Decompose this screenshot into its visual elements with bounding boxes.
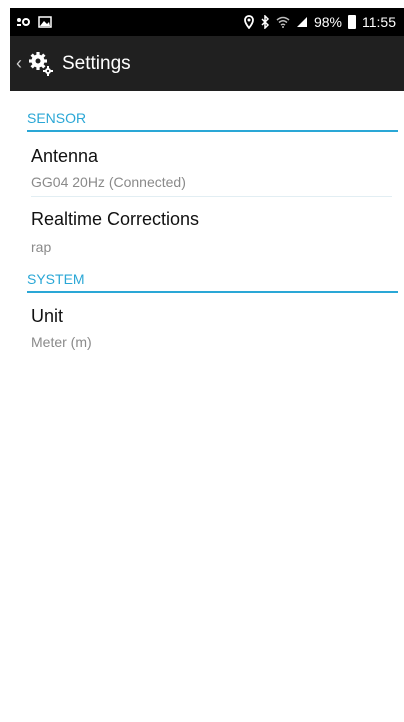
status-left-icons	[16, 16, 52, 28]
pref-summary: Meter (m)	[31, 334, 92, 350]
section-header-system: SYSTEM	[27, 271, 85, 287]
phone-screen: 98% 11:55 ‹ Settings SENSOR Antenna GG04…	[10, 8, 404, 722]
section-header-sensor: SENSOR	[27, 110, 87, 126]
section-system: SYSTEM Unit Meter (m)	[10, 265, 404, 362]
battery-icon	[348, 15, 356, 29]
settings-list: SENSOR Antenna GG04 20Hz (Connected) Rea…	[10, 91, 404, 362]
signal-icon	[296, 17, 307, 27]
pref-antenna[interactable]: Antenna GG04 20Hz (Connected)	[10, 132, 404, 196]
pref-title: Unit	[31, 306, 64, 326]
settings-gear-icon	[28, 51, 54, 77]
clock: 11:55	[362, 14, 396, 30]
location-pin-icon	[244, 15, 254, 29]
battery-percent: 98%	[313, 14, 342, 30]
status-right-icons: 98% 11:55	[244, 14, 396, 30]
app-bar: ‹ Settings	[10, 36, 404, 91]
wifi-icon	[276, 16, 290, 28]
status-bar: 98% 11:55	[10, 8, 404, 36]
bluetooth-icon	[261, 15, 270, 29]
back-chevron-icon[interactable]: ‹	[16, 53, 26, 74]
pref-realtime-corrections[interactable]: Realtime Corrections rap	[10, 197, 404, 265]
pref-title: Antenna	[31, 146, 99, 166]
pref-title: Realtime Corrections	[31, 209, 200, 229]
pref-summary: rap	[31, 239, 52, 255]
section-sensor: SENSOR Antenna GG04 20Hz (Connected) Rea…	[10, 91, 404, 265]
image-icon	[38, 16, 52, 28]
pref-unit[interactable]: Unit Meter (m)	[10, 293, 404, 362]
pref-summary: GG04 20Hz (Connected)	[31, 174, 186, 190]
notification-app-icon	[17, 18, 30, 26]
page-title: Settings	[62, 52, 131, 74]
